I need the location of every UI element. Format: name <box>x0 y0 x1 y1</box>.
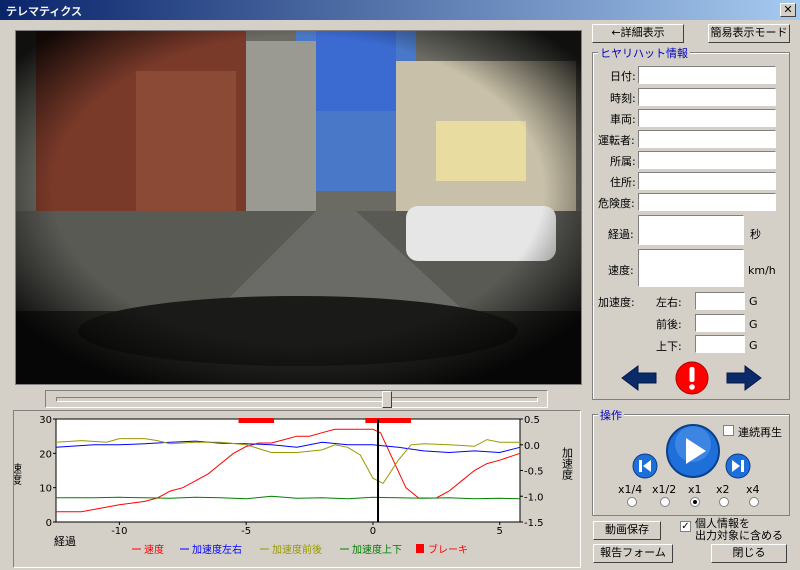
x-tick-2: 0 <box>370 526 376 537</box>
date-label: 日付: <box>610 70 636 83</box>
save-video-button[interactable]: 動画保存 <box>593 521 661 540</box>
brake-bar-1 <box>365 418 411 423</box>
address-label: 住所: <box>610 176 636 189</box>
address-field[interactable] <box>638 172 776 190</box>
street-scene-image <box>16 31 581 384</box>
speed-quarter-radio[interactable] <box>627 497 637 507</box>
y2-tick-0: 0.5 <box>524 415 540 426</box>
speed-normal-radio[interactable] <box>690 497 700 507</box>
left-arrow-icon[interactable] <box>620 364 658 392</box>
speed-double-label: x2 <box>716 483 730 496</box>
vehicle-label: 車両: <box>610 113 636 126</box>
speed-normal-label: x1 <box>688 483 702 496</box>
acceleration-label: 加速度: <box>598 296 635 309</box>
personal-info-label: 個人情報を 出力対象に含める <box>695 517 783 542</box>
danger-label: 危険度: <box>598 197 635 210</box>
rewind-icon[interactable] <box>631 452 659 480</box>
telemetry-chart: 0 10 20 30 0.5 0.0 -0.5 -1.0 -1.5 -10 -5 0 5 速度 加速… <box>14 415 574 556</box>
elapsed-unit: 秒 <box>750 228 761 241</box>
detail-view-button[interactable]: ←詳細表示 <box>592 24 684 43</box>
warning-icon[interactable] <box>674 360 710 396</box>
play-icon[interactable] <box>664 422 722 480</box>
lateral-label: 左右: <box>656 296 682 309</box>
seek-groove <box>56 397 538 402</box>
legend-label-3: 加速度上下 <box>352 543 402 556</box>
speed-half-radio[interactable] <box>660 497 670 507</box>
continuous-play-label: 連続再生 <box>738 426 782 439</box>
longitudinal-label: 前後: <box>656 318 682 331</box>
close-button[interactable]: 閉じる <box>711 544 787 563</box>
y-tick-3: 30 <box>39 415 52 426</box>
y-axis-label: 速度 <box>14 463 23 486</box>
video-frame <box>15 30 582 385</box>
speed-label: 速度: <box>608 264 634 277</box>
legend-label-4: ブレーキ <box>428 543 468 556</box>
y2-tick-3: -1.0 <box>524 492 544 503</box>
x-axis-label: 経過 <box>54 535 76 548</box>
legend-swatch-4 <box>416 544 424 553</box>
longitudinal-unit: G <box>749 318 758 331</box>
date-field[interactable] <box>638 66 776 84</box>
personal-info-checkbox[interactable]: ✓ <box>680 521 691 532</box>
seek-thumb[interactable] <box>382 391 392 408</box>
x-tick-0: -10 <box>111 526 127 537</box>
vertical-field[interactable] <box>695 335 745 353</box>
report-form-button[interactable]: 報告フォーム <box>593 544 673 563</box>
elapsed-label: 経過: <box>608 228 634 241</box>
vertical-unit: G <box>749 339 758 352</box>
right-arrow-icon[interactable] <box>725 364 763 392</box>
danger-field[interactable] <box>638 193 776 211</box>
lateral-unit: G <box>749 295 758 308</box>
x-tick-1: -5 <box>241 526 251 537</box>
plot-area <box>55 418 521 523</box>
operation-label: 操作 <box>598 407 624 423</box>
speed-quad-radio[interactable] <box>749 497 759 507</box>
speed-double-radio[interactable] <box>719 497 729 507</box>
speed-quarter-label: x1/4 <box>618 483 643 496</box>
vehicle-field[interactable] <box>638 109 776 127</box>
legend-label-0: 速度 <box>144 543 164 556</box>
speed-field[interactable] <box>638 249 744 287</box>
y2-tick-1: 0.0 <box>524 441 540 452</box>
y2-tick-4: -1.5 <box>524 518 544 529</box>
brake-bar-0 <box>238 418 275 423</box>
time-field[interactable] <box>638 88 776 106</box>
continuous-play-checkbox[interactable] <box>723 425 734 436</box>
title-bar <box>0 0 800 20</box>
department-label: 所属: <box>610 155 636 168</box>
longitudinal-field[interactable] <box>695 314 745 332</box>
driver-field[interactable] <box>638 130 776 148</box>
y-tick-1: 10 <box>39 484 52 495</box>
legend-label-1: 加速度左右 <box>192 543 242 556</box>
y-tick-2: 20 <box>39 449 52 460</box>
speed-unit: km/h <box>748 264 776 277</box>
y2-axis-label: 加速度 <box>561 447 574 481</box>
lateral-field[interactable] <box>695 292 745 310</box>
simple-mode-button[interactable]: 簡易表示モード <box>708 24 790 43</box>
y-tick-0: 0 <box>46 518 52 529</box>
fast-forward-icon[interactable] <box>724 452 752 480</box>
close-icon[interactable]: ✕ <box>780 3 796 17</box>
vertical-label: 上下: <box>656 340 682 353</box>
legend-label-2: 加速度前後 <box>272 543 322 556</box>
time-label: 時刻: <box>610 92 636 105</box>
y2-tick-2: -0.5 <box>524 467 544 478</box>
incident-info-label: ヒヤリハット情報 <box>598 45 690 61</box>
speed-quad-label: x4 <box>746 483 760 496</box>
speed-half-label: x1/2 <box>652 483 677 496</box>
x-tick-3: 5 <box>497 526 503 537</box>
elapsed-field[interactable] <box>638 215 744 245</box>
window-title: テレマティクス <box>6 5 83 18</box>
driver-label: 運転者: <box>598 134 635 147</box>
department-field[interactable] <box>638 151 776 169</box>
